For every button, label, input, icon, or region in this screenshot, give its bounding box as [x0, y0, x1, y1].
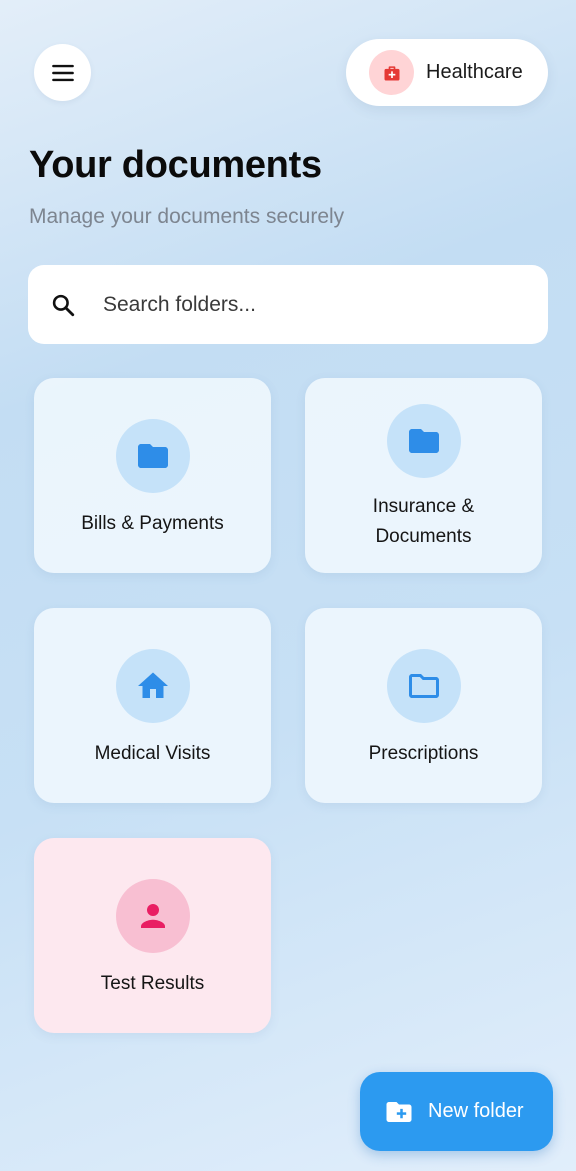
search-icon — [52, 294, 75, 316]
folder-outline-icon — [386, 649, 461, 723]
folder-card-bills-payments[interactable]: Bills & Payments — [34, 378, 271, 573]
hamburger-menu-icon — [51, 64, 74, 81]
home-icon — [115, 649, 190, 723]
menu-button[interactable] — [34, 44, 91, 101]
folder-card-test-results[interactable]: Test Results — [34, 838, 271, 1033]
category-chip-label: Healthcare — [426, 61, 523, 83]
page-title: Your documents — [29, 144, 322, 186]
folder-card-medical-visits[interactable]: Medical Visits — [34, 608, 271, 803]
folder-icon — [115, 419, 190, 493]
folder-card-prescriptions[interactable]: Prescriptions — [305, 608, 542, 803]
folder-icon — [386, 404, 461, 478]
search-input[interactable] — [103, 292, 483, 317]
page-subtitle: Manage your documents securely — [29, 205, 345, 228]
new-folder-button[interactable]: New folder — [360, 1072, 553, 1151]
folder-label: Test Results — [100, 973, 205, 994]
medical-kit-icon — [369, 50, 414, 95]
new-folder-label: New folder — [428, 1100, 524, 1122]
add-folder-icon — [386, 1101, 412, 1122]
folder-label: Insurance & Documents — [372, 496, 475, 547]
person-icon — [115, 879, 190, 953]
folder-label: Prescriptions — [368, 743, 479, 764]
search-bar[interactable] — [28, 265, 548, 344]
folder-card-insurance-documents[interactable]: Insurance & Documents — [305, 378, 542, 573]
folder-label: Medical Visits — [94, 743, 211, 764]
folder-label: Bills & Payments — [81, 513, 224, 534]
category-chip[interactable]: Healthcare — [346, 39, 548, 106]
